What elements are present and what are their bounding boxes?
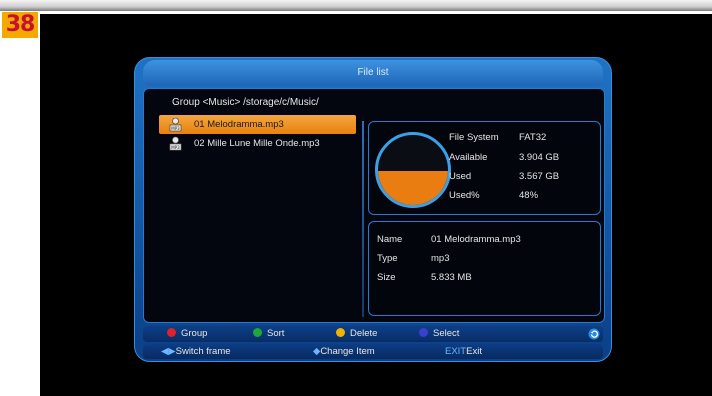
group-key[interactable]: Group <box>167 326 207 342</box>
select-key-label: Select <box>433 328 460 339</box>
file-item[interactable]: MP3 01 Melodramma.mp3 <box>159 115 356 134</box>
group-key-label: Group <box>181 328 208 339</box>
file-name: 01 Melodramma.mp3 <box>194 119 284 130</box>
mp3-file-icon: MP3 <box>169 117 182 132</box>
storage-usage-pie <box>375 132 451 208</box>
step-badge: 38 <box>2 12 38 38</box>
svg-text:MP3: MP3 <box>171 145 180 150</box>
name-value: 01 Melodramma.mp3 <box>431 234 521 245</box>
file-detail-box: Name 01 Melodramma.mp3 Type mp3 Size 5.8… <box>368 221 601 316</box>
file-list-window: File list Group <Music> /storage/c/Music… <box>134 57 612 362</box>
used-label: Used <box>449 171 472 182</box>
used-percent-value: 48% <box>519 190 539 201</box>
available-label: Available <box>449 152 488 163</box>
switch-frame-label: Switch frame <box>175 346 231 357</box>
type-label: Type <box>377 253 398 264</box>
file-name: 02 Mille Lune Mille Onde.mp3 <box>194 138 320 149</box>
green-dot-icon <box>253 328 262 337</box>
delete-key-label: Delete <box>350 328 378 339</box>
change-item-label: Change Item <box>320 346 375 357</box>
sort-key-label: Sort <box>267 328 285 339</box>
file-item[interactable]: MP3 02 Mille Lune Mille Onde.mp3 <box>159 134 356 153</box>
color-key-bar: Group Sort Delete Select <box>143 326 603 342</box>
select-key[interactable]: Select <box>419 326 459 342</box>
file-list-panel: Group <Music> /storage/c/Music/ MP3 01 M… <box>143 88 605 323</box>
file-system-value: FAT32 <box>519 132 547 143</box>
back-icon[interactable] <box>588 328 600 340</box>
name-label: Name <box>377 234 403 245</box>
delete-key[interactable]: Delete <box>336 326 377 342</box>
svg-text:MP3: MP3 <box>171 126 180 131</box>
available-value: 3.904 GB <box>519 152 560 163</box>
used-percent-label: Used% <box>449 190 480 201</box>
yellow-dot-icon <box>336 328 345 337</box>
red-dot-icon <box>167 328 176 337</box>
type-value: mp3 <box>431 253 450 264</box>
frame-divider <box>362 121 364 317</box>
storage-info-box: File System FAT32 Available 3.904 GB Use… <box>368 121 601 215</box>
window-title: File list <box>143 60 603 86</box>
storage-used-fill <box>378 171 448 205</box>
exit-key: EXIT <box>445 346 467 357</box>
blue-dot-icon <box>419 328 428 337</box>
left-right-arrows-icon: ◀▶ <box>161 346 176 357</box>
file-system-label: File System <box>449 132 499 143</box>
exit-hint: EXITExit <box>445 344 482 359</box>
navigation-hint-bar: ◀▶Switch frame ◆Change Item EXITExit <box>143 344 603 359</box>
switch-frame-hint: ◀▶Switch frame <box>161 344 231 359</box>
top-strip <box>0 0 712 11</box>
change-item-hint: ◆Change Item <box>313 344 375 359</box>
size-value: 5.833 MB <box>431 272 472 283</box>
path-breadcrumb: Group <Music> /storage/c/Music/ <box>172 97 319 108</box>
sort-key[interactable]: Sort <box>253 326 284 342</box>
tv-screen: File list Group <Music> /storage/c/Music… <box>40 14 712 396</box>
mp3-file-icon: MP3 <box>169 136 182 151</box>
size-label: Size <box>377 272 396 283</box>
exit-label: Exit <box>466 346 482 357</box>
used-value: 3.567 GB <box>519 171 560 182</box>
file-list: MP3 01 Melodramma.mp3 MP3 02 Mille Lune … <box>159 115 359 153</box>
